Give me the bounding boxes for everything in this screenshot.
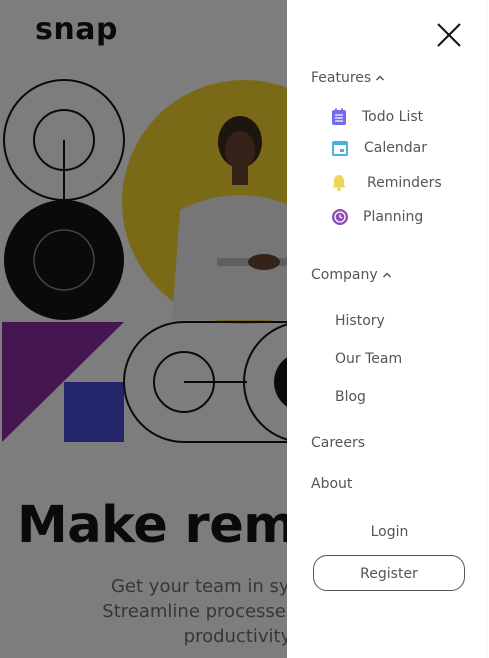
calendar-label: Calendar [364,140,427,156]
close-icon[interactable] [434,20,464,50]
features-label: Features [311,70,372,86]
company-label: Company [311,267,378,283]
mobile-nav-drawer: Features Todo List Calendar Reminders Pl… [287,0,487,658]
planning-label: Planning [363,209,424,225]
reminders-label: Reminders [367,175,442,191]
todo-list-label: Todo List [362,109,424,125]
planning-icon [332,209,348,225]
menu-item-careers[interactable]: Careers [311,435,365,451]
features-menu-toggle[interactable]: Features [311,70,385,86]
bell-icon [332,175,346,192]
company-menu-toggle[interactable]: Company [311,267,392,283]
todo-list-icon [332,108,346,125]
menu-backdrop-overlay[interactable] [0,0,287,658]
calendar-icon [332,141,348,156]
menu-item-history[interactable]: History [335,313,385,329]
login-link[interactable]: Login [287,524,489,540]
chevron-up-icon [382,272,391,278]
menu-item-about[interactable]: About [311,476,352,492]
chevron-up-icon [376,75,385,81]
menu-item-our-team[interactable]: Our Team [335,351,402,367]
menu-item-blog[interactable]: Blog [335,389,366,405]
register-button[interactable]: Register [313,555,465,591]
